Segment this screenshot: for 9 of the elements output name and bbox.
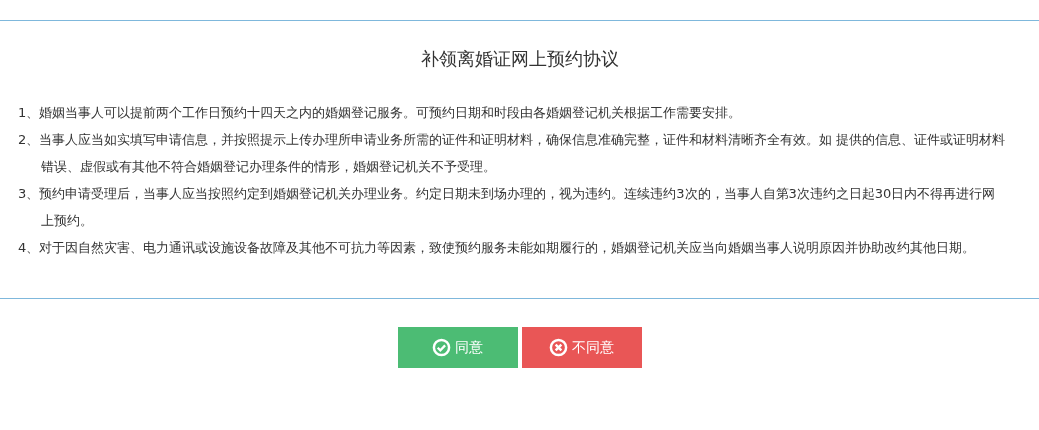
close-circle-icon [549,338,568,357]
clause-text: 1、婚姻当事人可以提前两个工作日预约十四天之内的婚姻登记服务。可预约日期和时段由各婚姻登记机关根据工作需要安排。 [18,104,743,122]
clause-text: 3、预约申请受理后，当事人应当按照约定到婚姻登记机关办理业务。约定日期未到场办理的，视为违约。连续违约3次的，当事人自第3次违约之日起30日内不得再进行网上预约。 [18,185,997,230]
check-circle-icon [432,338,451,357]
disagree-button[interactable]: 不同意 [521,327,642,368]
clause-text: 2、当事人应当如实填写申请信息，并按照提示上传办理所申请业务所需的证件和证明材料，确保信息准确完整，证件和材料清晰齐全有效。如 提供的信息、证件或证明材料错误、虚假或有其他不符合婚姻登记办理条件的情形，婚姻登记机关不予受理。 [18,131,1007,176]
clause-text: 4、对于因自然灾害、电力通讯或设施设备故障及其他不可抗力等因素，致使预约服务未能如期履行的，婚姻登记机关应当向婚姻当事人说明原因并协助改约其他日期。 [18,239,977,257]
agreement-title: 补领离婚证网上预约协议 [419,47,620,71]
agree-button[interactable]: 同意 [397,327,518,368]
